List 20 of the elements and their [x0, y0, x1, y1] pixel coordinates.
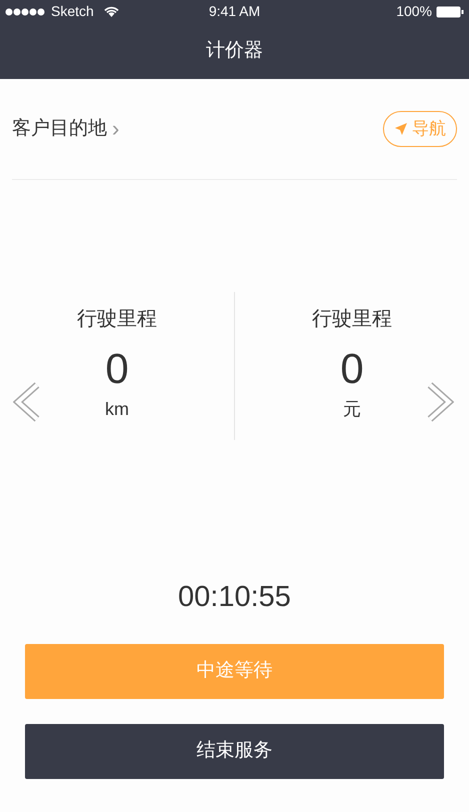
end-service-button[interactable]: 结束服务 — [25, 724, 444, 778]
metric-unit: km — [105, 398, 129, 421]
metric-value: 0 — [340, 348, 364, 390]
chevron[interactable]: › — [112, 118, 120, 140]
metric-title: 行驶里程 — [77, 307, 157, 332]
metric-unit: 元 — [343, 398, 361, 421]
elapsed-timer: 00:10:55 — [178, 580, 291, 615]
navigate-button[interactable]: 导航 — [383, 111, 457, 147]
destination-label[interactable]: 客户目的地 — [12, 114, 107, 144]
screen-title: 计价器 — [206, 38, 263, 63]
battery-percent: 100% — [396, 2, 432, 21]
battery-icon — [436, 6, 464, 18]
carrier-name: Sketch — [51, 2, 94, 21]
metric-value: 0 — [105, 348, 129, 390]
send-arrow-icon — [394, 122, 408, 136]
signal-icon — [5, 8, 47, 16]
clock-time: 9:41 AM — [208, 2, 260, 21]
wifi-icon — [104, 6, 119, 17]
metric-title: 行驶里程 — [312, 307, 392, 332]
wait-button[interactable]: 中途等待 — [25, 644, 444, 698]
